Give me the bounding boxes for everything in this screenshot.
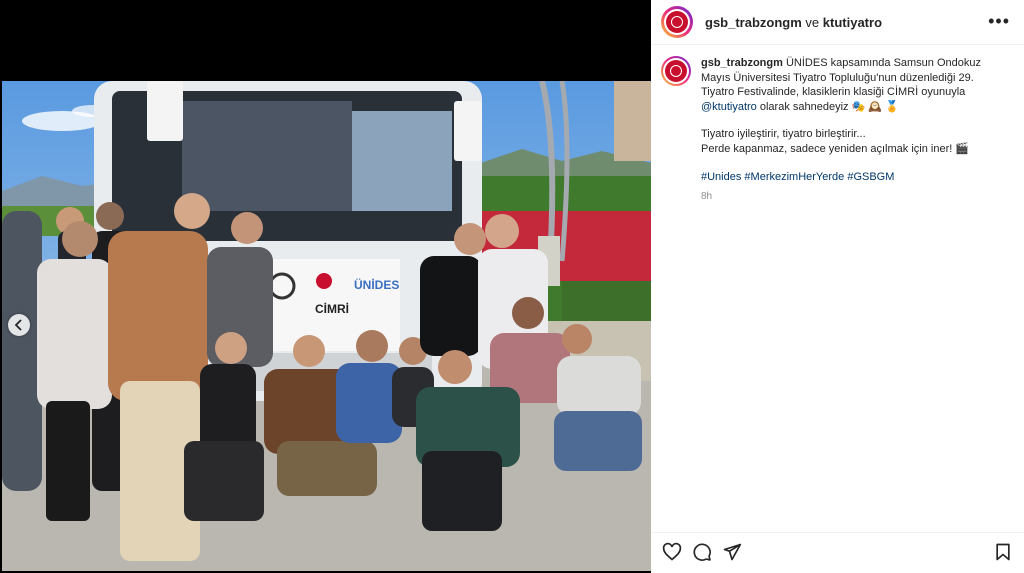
group-photo: CİMRİ ÜNİDES: [2, 81, 651, 571]
banner-title: CİMRİ: [315, 301, 349, 316]
caption-username[interactable]: gsb_trabzongm: [701, 57, 783, 69]
bookmark-icon[interactable]: [993, 542, 1013, 562]
caption-line3: Perde kapanmaz, sadece yeniden açılmak i…: [701, 142, 970, 155]
caption-text-part2: olarak sahnedeyiz 🎭 🕰️ 🏅: [759, 100, 899, 113]
caption-line2: Tiyatro iyileştirir, tiyatro birleştirir…: [701, 128, 866, 141]
post-authors: gsb_trabzongm ve ktutiyatro: [705, 15, 882, 30]
comment-icon[interactable]: [692, 542, 712, 562]
post-sidebar: gsb_trabzongm ve ktutiyatro ••• gsb_trab…: [651, 0, 1024, 573]
carousel-prev-button[interactable]: [8, 314, 30, 336]
post-header: gsb_trabzongm ve ktutiyatro •••: [651, 0, 1024, 45]
author-username[interactable]: gsb_trabzongm: [705, 15, 802, 30]
collaborator-username[interactable]: ktutiyatro: [823, 15, 882, 30]
caption-body: gsb_trabzongm ÜNİDES kapsamında Samsun O…: [701, 56, 1006, 205]
post-media: CİMRİ ÜNİDES: [0, 0, 651, 573]
post-photo[interactable]: CİMRİ ÜNİDES: [2, 81, 651, 571]
post-time: 8h: [701, 191, 713, 203]
caption-hashtags[interactable]: #Unides #MerkezimHerYerde #GSBGM: [701, 170, 1006, 185]
authors-connector: ve: [805, 14, 820, 30]
account-avatar[interactable]: [661, 6, 693, 38]
chevron-left-icon: [14, 319, 22, 331]
caption-mention[interactable]: @ktutiyatro: [701, 101, 757, 113]
caption-avatar[interactable]: [661, 56, 691, 86]
post-actions: [651, 532, 1024, 573]
more-options-icon[interactable]: •••: [988, 12, 1010, 30]
banner-brand: ÜNİDES: [354, 277, 399, 292]
post-caption: gsb_trabzongm ÜNİDES kapsamında Samsun O…: [661, 56, 1006, 205]
heart-icon[interactable]: [662, 542, 682, 562]
share-icon[interactable]: [722, 542, 742, 562]
